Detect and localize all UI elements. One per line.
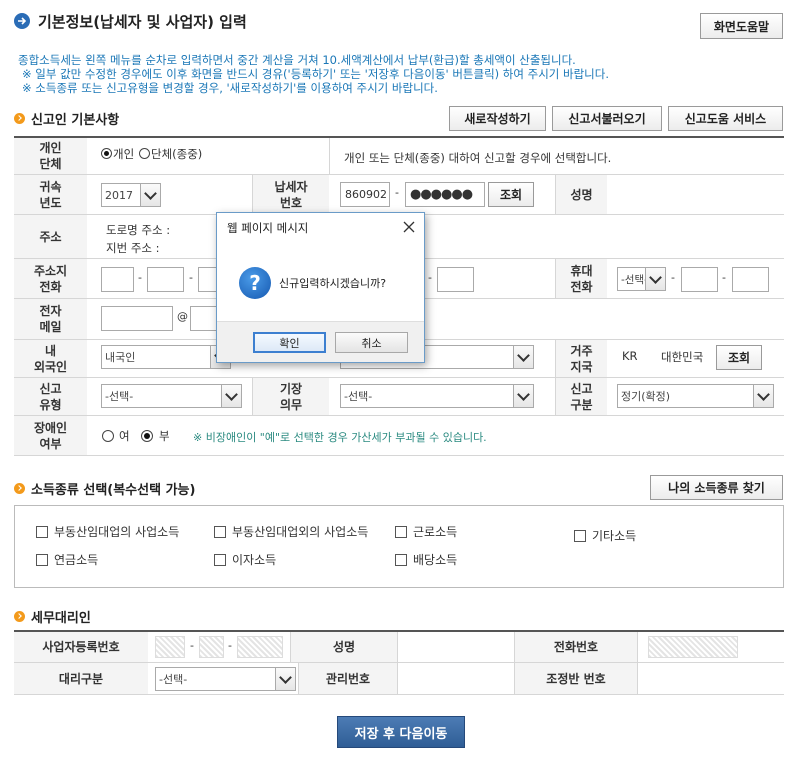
radio-individual[interactable]	[101, 148, 112, 159]
income-checkbox-non-realestate-business[interactable]: 부동산임대업외의 사업소득	[214, 523, 368, 540]
filing-help-service-button[interactable]: 신고도움 서비스	[668, 106, 783, 131]
intro-line-3: ※ 소득종류 또는 신고유형을 변경할 경우, '새로작성하기'를 이용하여 주…	[22, 81, 438, 95]
chevron-down-icon	[513, 346, 533, 368]
country-lookup-button[interactable]: 조회	[716, 345, 762, 370]
section-tax-agent-title: 세무대리인	[14, 607, 91, 626]
chevron-down-icon	[275, 668, 295, 690]
taxpayer-id-back-input[interactable]: ●●●●●●	[405, 182, 485, 207]
label-mgmt-no: 관리번호	[298, 663, 398, 694]
label-name: 성명	[555, 175, 607, 214]
dialog-cancel-button[interactable]: 취소	[335, 332, 408, 353]
label-filing-category: 신고 구분	[555, 378, 607, 415]
find-my-income-type-button[interactable]: 나의 소득종류 찾기	[650, 475, 783, 500]
chevron-down-icon	[753, 385, 773, 407]
radio-group[interactable]	[139, 148, 150, 159]
dialog-message: 신규입력하시겠습니까?	[279, 277, 387, 290]
radio-disabled-no-label: 부	[159, 429, 170, 443]
biz-reg-no-2-input[interactable]	[199, 636, 224, 658]
radio-individual-label: 개인	[113, 147, 135, 161]
label-address: 주소	[14, 215, 87, 258]
chevron-down-icon	[513, 385, 533, 407]
biz-reg-no-3-input[interactable]	[237, 636, 283, 658]
label-adjustment-team-no: 조정반 번호	[514, 663, 638, 694]
country-name: 대한민국	[661, 350, 704, 364]
income-type-box	[14, 505, 784, 588]
dialog-ok-button[interactable]: 확인	[253, 332, 326, 353]
label-agent-type: 대리구분	[14, 663, 148, 694]
home-phone-2-input[interactable]	[147, 267, 184, 292]
bullet-icon	[14, 113, 25, 124]
filing-type-select[interactable]: -선택-	[101, 384, 242, 408]
radio-disabled-yes[interactable]	[102, 430, 114, 442]
chevron-down-icon	[140, 184, 160, 206]
title-icon	[14, 13, 30, 29]
section-income-type-title: 소득종류 선택(복수선택 가능)	[14, 479, 195, 498]
question-icon: ?	[239, 267, 271, 299]
biz-reg-no-1-input[interactable]	[155, 636, 185, 658]
taxpayer-id-lookup-button[interactable]: 조회	[488, 182, 534, 207]
chevron-down-icon	[645, 268, 665, 290]
label-bookkeeping: 기장 의무	[252, 378, 329, 415]
mobile-2-input[interactable]	[681, 267, 718, 292]
road-address-label: 도로명 주소 :	[106, 223, 171, 237]
lot-address-label: 지번 주소 :	[106, 241, 160, 255]
income-checkbox-other[interactable]: 기타소득	[574, 527, 636, 544]
radio-group-label: 단체(종중)	[151, 147, 203, 161]
radio-disabled-yes-label: 여	[119, 429, 130, 443]
nationality-select[interactable]: 내국인	[101, 345, 231, 369]
new-write-button[interactable]: 새로작성하기	[449, 106, 546, 131]
phone-extra-input[interactable]	[437, 267, 474, 292]
home-phone-1-input[interactable]	[101, 267, 134, 292]
label-agent-name: 성명	[290, 632, 398, 662]
type-description: 개인 또는 단체(종중) 대하여 신고할 경우에 선택합니다.	[344, 151, 612, 165]
label-filing-type: 신고 유형	[14, 378, 87, 415]
label-biz-reg-no: 사업자등록번호	[14, 632, 148, 662]
label-year: 귀속 년도	[14, 175, 87, 214]
filing-category-select[interactable]: 정기(확정)	[617, 384, 774, 408]
close-icon[interactable]	[401, 219, 417, 235]
income-checkbox-interest[interactable]: 이자소득	[214, 551, 276, 568]
agent-type-select[interactable]: -선택-	[155, 667, 296, 691]
email-at-sign: @	[177, 310, 188, 323]
label-nationality: 내 외국인	[14, 340, 87, 377]
screen-help-button[interactable]: 화면도움말	[700, 13, 783, 39]
dialog-title: 웹 페이지 메시지	[227, 221, 309, 235]
label-email: 전자 메일	[14, 299, 87, 339]
year-select[interactable]: 2017	[101, 183, 161, 207]
income-checkbox-dividend[interactable]: 배당소득	[395, 551, 457, 568]
section-basic-info-title: 신고인 기본사항	[14, 109, 119, 128]
email-id-input[interactable]	[101, 306, 173, 331]
load-return-button[interactable]: 신고서불러오기	[552, 106, 662, 131]
bookkeeping-select[interactable]: -선택-	[340, 384, 534, 408]
mobile-3-input[interactable]	[732, 267, 769, 292]
country-code: KR	[622, 349, 638, 363]
agent-phone-input[interactable]	[648, 636, 738, 658]
mobile-prefix-select[interactable]: -선택-	[617, 267, 666, 291]
label-taxpayer-id: 납세자 번호	[252, 175, 329, 214]
label-disabled: 장애인 여부	[14, 416, 87, 455]
income-checkbox-earned[interactable]: 근로소득	[395, 523, 457, 540]
label-type: 개인 단체	[14, 138, 87, 174]
taxpayer-id-front-input[interactable]: 860902	[340, 182, 390, 207]
page-title: 기본정보(납세자 및 사업자) 입력	[38, 13, 247, 31]
chevron-down-icon	[221, 385, 241, 407]
disabled-note: ※ 비장애인이 "예"로 선택한 경우 가산세가 부과될 수 있습니다.	[193, 431, 487, 444]
save-and-next-button[interactable]: 저장 후 다음이동	[337, 716, 465, 748]
bullet-icon	[14, 483, 25, 494]
message-dialog: 웹 페이지 메시지 ? 신규입력하시겠습니까? 확인 취소	[216, 212, 425, 363]
label-agent-phone: 전화번호	[514, 632, 638, 662]
label-residence-country: 거주 지국	[555, 340, 607, 377]
income-checkbox-pension[interactable]: 연금소득	[36, 551, 98, 568]
income-checkbox-realestate-rental[interactable]: 부동산임대업의 사업소득	[36, 523, 179, 540]
radio-disabled-no[interactable]	[141, 430, 153, 442]
label-mobile: 휴대 전화	[555, 259, 607, 298]
bullet-icon	[14, 611, 25, 622]
label-home-phone: 주소지 전화	[14, 259, 87, 298]
